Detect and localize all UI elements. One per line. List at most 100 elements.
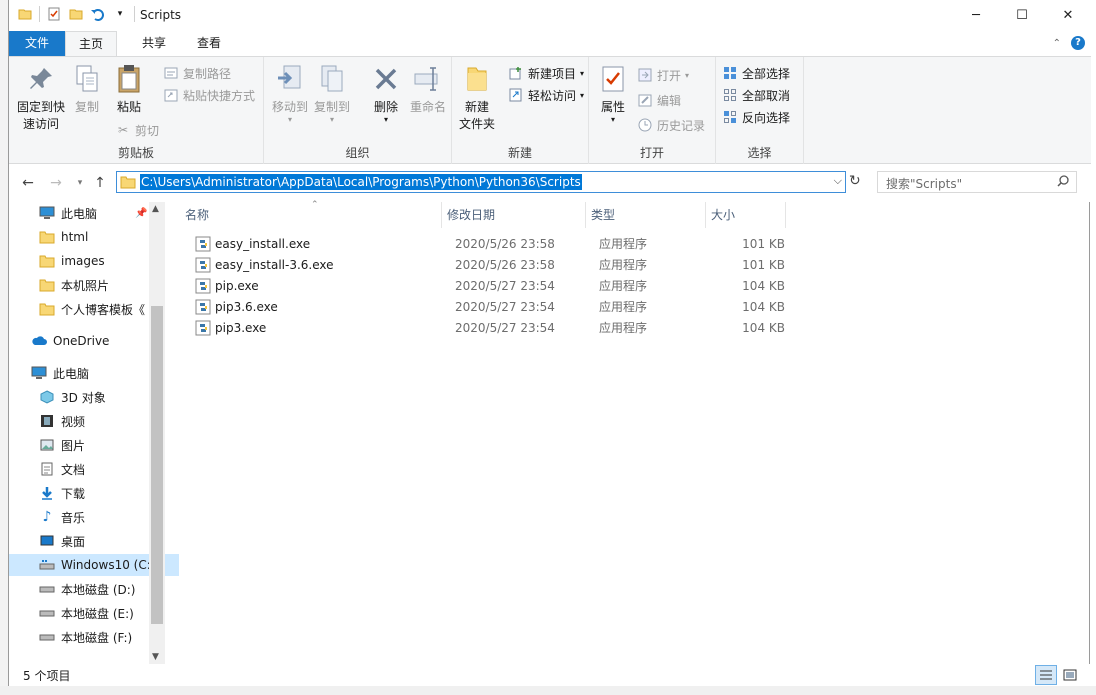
column-divider[interactable]: [441, 202, 442, 228]
up-arrow-icon[interactable]: ↑: [91, 174, 109, 192]
ribbon-right-controls: ⌃ ?: [1053, 36, 1085, 50]
copy-path-button[interactable]: 复制路径: [163, 63, 231, 83]
recent-locations-icon[interactable]: ▾: [71, 174, 89, 192]
music-icon: ♪: [42, 509, 52, 525]
file-row[interactable]: pip.exe 2020/5/27 23:54 应用程序 104 KB: [179, 276, 789, 297]
copy-button[interactable]: 复制: [69, 63, 105, 116]
file-name: pip3.6.exe: [215, 300, 278, 314]
move-to-button[interactable]: 移动到 ▾: [270, 63, 310, 124]
file-row[interactable]: pip3.exe 2020/5/27 23:54 应用程序 104 KB: [179, 318, 789, 339]
folder-icon: [39, 229, 55, 245]
group-new: 新建 文件夹 新建项目 ▾ 轻松访问 ▾ 新建: [452, 57, 589, 164]
file-date: 2020/5/27 23:54: [455, 279, 555, 293]
history-label: 历史记录: [657, 118, 706, 133]
history-button[interactable]: 历史记录: [637, 115, 705, 135]
search-icon: [1056, 174, 1070, 191]
file-name: easy_install.exe: [215, 237, 311, 251]
delete-label: 删除: [373, 100, 398, 114]
computer-icon: [39, 205, 55, 221]
properties-button[interactable]: 属性 ▾: [593, 63, 633, 124]
edit-button[interactable]: 编辑: [637, 90, 681, 110]
large-icons-view-icon[interactable]: [1059, 665, 1081, 685]
undo-icon[interactable]: [90, 6, 106, 22]
nav-item-onedrive[interactable]: OneDrive: [9, 330, 171, 352]
refresh-icon[interactable]: ↻: [849, 173, 861, 189]
tab-home[interactable]: 主页: [65, 31, 117, 56]
delete-icon: [370, 63, 402, 95]
rename-button[interactable]: 重命名: [407, 63, 449, 116]
cloud-icon: [31, 333, 47, 349]
separator: [39, 6, 40, 22]
group-select: 全部选择 全部取消 反向选择 选择: [716, 57, 804, 164]
desktop-icon: [39, 533, 55, 549]
pin-icon[interactable]: 📌: [135, 208, 147, 219]
scroll-up-icon[interactable]: ▲: [152, 204, 159, 214]
maximize-button[interactable]: ☐: [999, 0, 1045, 31]
file-row[interactable]: pip3.6.exe 2020/5/27 23:54 应用程序 104 KB: [179, 297, 789, 318]
tab-file[interactable]: 文件: [9, 31, 65, 56]
python-exe-icon: [195, 257, 211, 273]
column-header-name[interactable]: 名称: [185, 202, 445, 228]
scrollbar-thumb[interactable]: [151, 306, 163, 624]
file-row[interactable]: easy_install.exe 2020/5/26 23:58 应用程序 10…: [179, 234, 789, 255]
column-divider[interactable]: [785, 202, 786, 228]
select-all-button[interactable]: 全部选择: [722, 63, 790, 83]
nav-item-label: 此电脑: [61, 206, 98, 221]
file-row[interactable]: easy_install-3.6.exe 2020/5/26 23:58 应用程…: [179, 255, 789, 276]
open-button[interactable]: 打开 ▾: [637, 65, 689, 85]
invert-selection-button[interactable]: 反向选择: [722, 107, 790, 127]
new-folder-label-2: 文件夹: [458, 117, 495, 131]
column-header-size[interactable]: 大小: [711, 202, 781, 228]
nav-pane-scrollbar[interactable]: ▲ ▼: [149, 202, 165, 664]
tab-share[interactable]: 共享: [129, 31, 179, 56]
details-view-icon[interactable]: [1035, 665, 1057, 685]
collapse-ribbon-icon[interactable]: ⌃: [1053, 38, 1061, 49]
delete-button[interactable]: 删除 ▾: [366, 63, 406, 124]
copy-to-button[interactable]: 复制到 ▾: [312, 63, 352, 124]
scroll-down-icon[interactable]: ▼: [152, 652, 159, 662]
address-dropdown-icon[interactable]: ⌵: [834, 174, 842, 188]
column-divider[interactable]: [705, 202, 706, 228]
move-to-label: 移动到: [271, 100, 308, 114]
forward-arrow-icon[interactable]: →: [47, 174, 65, 192]
select-group-label: 选择: [747, 146, 772, 160]
column-header-date[interactable]: 修改日期: [447, 202, 587, 228]
background-window-edge: [0, 0, 8, 695]
drive-c-icon: [39, 557, 55, 573]
delete-dropdown-icon: ▾: [383, 115, 388, 124]
cut-button[interactable]: ✂ 剪切: [115, 120, 159, 140]
nav-item-label: Windows10 (C:: [61, 558, 151, 572]
new-item-label: 新建项目: [528, 66, 577, 81]
file-type: 应用程序: [599, 258, 648, 272]
new-folder-icon[interactable]: [68, 6, 84, 22]
nav-item-label: 桌面: [61, 534, 86, 549]
close-button[interactable]: ✕: [1045, 0, 1091, 31]
paste-button[interactable]: 粘贴: [109, 63, 149, 116]
select-none-button[interactable]: 全部取消: [722, 85, 790, 105]
tab-view[interactable]: 查看: [181, 31, 237, 56]
file-date: 2020/5/26 23:58: [455, 258, 555, 272]
file-type: 应用程序: [599, 300, 648, 314]
help-icon[interactable]: ?: [1071, 36, 1085, 50]
customize-qat-icon[interactable]: ▾: [112, 6, 128, 22]
address-bar[interactable]: C:\Users\Administrator\AppData\Local\Pro…: [116, 171, 846, 193]
pin-quick-access-button[interactable]: 固定到快 速访问: [15, 63, 67, 133]
easy-access-icon: [508, 87, 524, 103]
nav-item-label: 下载: [61, 486, 86, 501]
easy-access-button[interactable]: 轻松访问 ▾: [508, 85, 584, 105]
paste-icon: [113, 63, 145, 95]
explorer-window: ▾ Scripts ─ ☐ ✕ 文件 主页 共享 查看 ⌃ ? 固定到快 速访问…: [8, 0, 1091, 686]
column-divider[interactable]: [585, 202, 586, 228]
nav-item-this-pc[interactable]: 此电脑: [9, 362, 171, 384]
new-item-button[interactable]: 新建项目 ▾: [508, 63, 584, 83]
back-arrow-icon[interactable]: ←: [19, 174, 37, 192]
column-header-type[interactable]: 类型: [591, 202, 701, 228]
properties-icon[interactable]: [46, 6, 62, 22]
address-path[interactable]: C:\Users\Administrator\AppData\Local\Pro…: [140, 174, 582, 190]
minimize-button[interactable]: ─: [953, 0, 999, 31]
paste-shortcut-button[interactable]: 粘贴快捷方式: [163, 85, 255, 105]
new-folder-button[interactable]: 新建 文件夹: [456, 63, 498, 133]
navigation-bar: ← → ▾ ↑ C:\Users\Administrator\AppData\L…: [9, 164, 1091, 202]
search-box[interactable]: 搜索"Scripts": [877, 171, 1077, 193]
file-name: pip.exe: [215, 279, 259, 293]
